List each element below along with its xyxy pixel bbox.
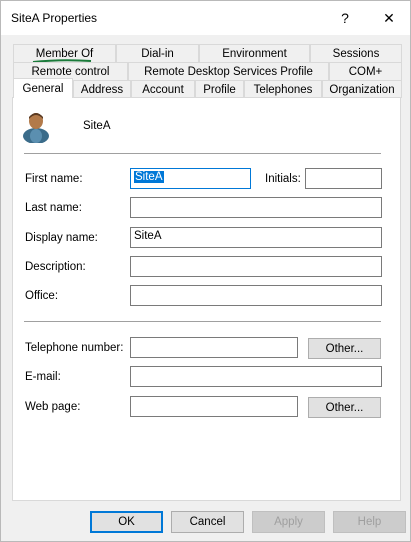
tab-rds-profile-label: Remote Desktop Services Profile [144, 65, 313, 78]
tab-environment[interactable]: Environment [199, 44, 310, 62]
description-label: Description: [25, 261, 86, 273]
tab-sessions[interactable]: Sessions [310, 44, 402, 62]
tab-general[interactable]: General [13, 78, 73, 98]
apply-label: Apply [274, 516, 303, 528]
tab-profile-label: Profile [203, 83, 236, 96]
help-button[interactable]: ? [323, 1, 367, 35]
webpage-label: Web page: [25, 401, 81, 413]
tab-com-plus[interactable]: COM+ [329, 62, 402, 80]
first-name-label: First name: [25, 173, 83, 185]
tab-profile[interactable]: Profile [195, 80, 244, 98]
user-icon [23, 113, 49, 143]
telephone-other-label: Other... [325, 342, 364, 355]
tab-account-label: Account [142, 83, 184, 96]
help-footer-label: Help [357, 516, 382, 528]
display-name-input[interactable]: SiteA [130, 227, 382, 248]
email-label: E-mail: [25, 371, 61, 383]
tab-environment-label: Environment [222, 47, 287, 60]
initials-input[interactable] [305, 168, 382, 189]
first-name-value: SiteA [134, 171, 164, 183]
office-input[interactable] [130, 285, 382, 306]
tab-sessions-label: Sessions [332, 47, 380, 60]
email-input[interactable] [130, 366, 382, 387]
cancel-button[interactable]: Cancel [171, 511, 244, 533]
divider-top [24, 153, 381, 154]
apply-button[interactable]: Apply [252, 511, 325, 533]
tab-account[interactable]: Account [131, 80, 195, 98]
properties-dialog: SiteA Properties ? ✕ Member Of Dial-in E… [0, 0, 411, 542]
display-name-label: Display name: [25, 232, 98, 244]
initials-label: Initials: [265, 173, 301, 185]
description-input[interactable] [130, 256, 382, 277]
last-name-input[interactable] [130, 197, 382, 218]
tab-com-plus-label: COM+ [348, 65, 383, 78]
last-name-label: Last name: [25, 202, 82, 214]
telephone-input[interactable] [130, 337, 298, 358]
webpage-input[interactable] [130, 396, 298, 417]
tab-telephones-label: Telephones [253, 83, 313, 96]
tab-dial-in-label: Dial-in [141, 47, 174, 60]
cancel-label: Cancel [189, 516, 226, 528]
webpage-other-button[interactable]: Other... [308, 397, 381, 418]
object-name: SiteA [83, 120, 111, 132]
webpage-other-label: Other... [325, 401, 364, 414]
tab-telephones[interactable]: Telephones [244, 80, 322, 98]
help-footer-button[interactable]: Help [333, 511, 406, 533]
tab-dial-in[interactable]: Dial-in [116, 44, 199, 62]
close-button[interactable]: ✕ [367, 1, 411, 35]
first-name-input[interactable]: SiteA [130, 168, 251, 189]
tab-address-label: Address [80, 83, 124, 96]
tab-rds-profile[interactable]: Remote Desktop Services Profile [128, 62, 329, 80]
tab-general-label: General [22, 82, 64, 95]
window-title: SiteA Properties [11, 11, 98, 25]
title-bar: SiteA Properties ? ✕ [1, 1, 410, 35]
telephone-other-button[interactable]: Other... [308, 338, 381, 359]
ok-button[interactable]: OK [90, 511, 163, 533]
telephone-label: Telephone number: [25, 342, 124, 354]
tab-address[interactable]: Address [73, 80, 131, 98]
divider-bottom [24, 321, 381, 322]
tab-remote-control-label: Remote control [31, 65, 110, 78]
tab-organization-label: Organization [329, 83, 395, 96]
office-label: Office: [25, 290, 59, 302]
tab-organization[interactable]: Organization [322, 80, 402, 98]
ok-label: OK [118, 516, 135, 528]
